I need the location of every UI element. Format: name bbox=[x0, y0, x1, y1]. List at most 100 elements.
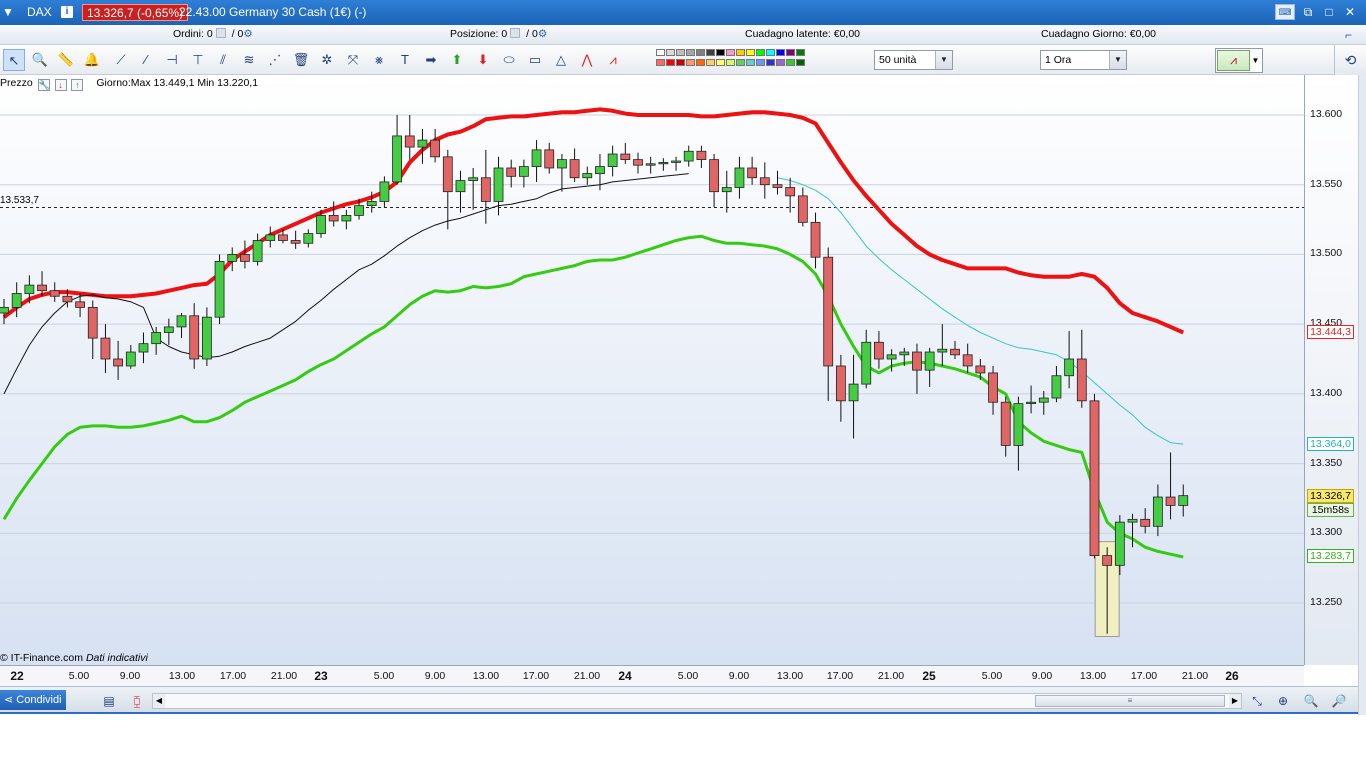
orders-close-icon[interactable] bbox=[215, 28, 226, 38]
color-swatch[interactable] bbox=[676, 59, 685, 66]
chevron-down-icon[interactable]: ▼ bbox=[1249, 49, 1262, 72]
color-swatch[interactable] bbox=[766, 49, 775, 56]
scroll-right-icon[interactable]: ▶ bbox=[1229, 694, 1241, 708]
fibonacci-icon[interactable]: ⋰ bbox=[264, 49, 286, 71]
menu-arrow-icon[interactable]: ▼ bbox=[2, 5, 14, 19]
arrows-icon[interactable]: ⤧ bbox=[342, 49, 364, 71]
keyboard-icon[interactable]: ⌨ bbox=[1275, 4, 1295, 20]
chart-type-button[interactable]: ⩘ ▼ bbox=[1215, 48, 1263, 73]
price-axis[interactable] bbox=[1304, 75, 1358, 665]
candle-body bbox=[75, 301, 85, 308]
maximize-icon[interactable]: □ bbox=[1321, 4, 1337, 20]
color-swatch[interactable] bbox=[706, 59, 715, 66]
vertical-scrollbar[interactable] bbox=[1358, 75, 1366, 715]
color-swatch[interactable] bbox=[776, 59, 785, 66]
chevron-down-icon[interactable]: ▼ bbox=[935, 51, 952, 69]
units-select[interactable]: 50 unità ▼ bbox=[874, 50, 953, 70]
color-swatch[interactable] bbox=[656, 59, 665, 66]
color-swatch[interactable] bbox=[696, 49, 705, 56]
candle-body bbox=[607, 153, 618, 167]
color-swatch[interactable] bbox=[736, 49, 745, 56]
positions-close-icon[interactable] bbox=[510, 28, 521, 38]
color-swatch[interactable] bbox=[676, 49, 685, 56]
orders-link-icon[interactable]: ⚙ bbox=[243, 28, 252, 40]
channel-icon[interactable]: ⫽ bbox=[212, 49, 234, 71]
pointer-icon[interactable]: ↖ bbox=[3, 49, 25, 71]
settings-icon[interactable]: ✲ bbox=[316, 49, 338, 71]
color-swatch[interactable] bbox=[746, 49, 755, 56]
zoom-out-icon[interactable]: 🔍 bbox=[1302, 692, 1320, 710]
scroll-left-icon[interactable]: ◀ bbox=[153, 694, 165, 708]
auto-scale-icon[interactable]: ⤡ bbox=[1248, 692, 1266, 710]
close-icon[interactable]: ✕ bbox=[1342, 4, 1358, 20]
color-swatch[interactable] bbox=[706, 49, 715, 56]
last-price-tag: 13.326,7 bbox=[1307, 489, 1354, 504]
color-swatch[interactable] bbox=[786, 49, 795, 56]
arrow-up-icon[interactable]: ⬆ bbox=[446, 49, 468, 71]
rectangle-icon[interactable]: ▭ bbox=[524, 49, 546, 71]
side-panel-icon[interactable]: ⟲ bbox=[1334, 45, 1366, 75]
positions-link-icon[interactable]: ⚙ bbox=[538, 28, 547, 40]
candle-body bbox=[772, 184, 783, 188]
price-chart[interactable] bbox=[0, 75, 1304, 665]
color-swatch[interactable] bbox=[686, 59, 695, 66]
time-tick-label: 21.00 bbox=[270, 670, 298, 682]
date-tick-label: 25 bbox=[922, 669, 936, 683]
info-icon[interactable]: i bbox=[61, 6, 73, 18]
restore-icon[interactable]: ⧉ bbox=[1300, 4, 1316, 20]
arrow-down-icon[interactable]: ⬇ bbox=[472, 49, 494, 71]
color-swatch[interactable] bbox=[786, 59, 795, 66]
color-swatch[interactable] bbox=[686, 49, 695, 56]
time-tick-label: 5.00 bbox=[981, 670, 1003, 682]
corner-icon[interactable]: ⌐ bbox=[1345, 28, 1352, 42]
horizontal-scrollbar[interactable]: ◀ ≡ ▶ bbox=[152, 693, 1242, 709]
vertical-line-icon[interactable]: ⊤ bbox=[187, 49, 209, 71]
zigzag-icon[interactable]: ⩘ bbox=[602, 49, 624, 71]
color-swatch[interactable] bbox=[796, 49, 805, 56]
price-tick-label: 13.350 bbox=[1310, 456, 1343, 469]
color-swatch[interactable] bbox=[736, 59, 745, 66]
instrument-symbol[interactable]: DAX bbox=[27, 5, 52, 19]
text-icon[interactable]: T bbox=[394, 49, 416, 71]
ruler-icon[interactable]: 📏 bbox=[55, 49, 77, 71]
share-button[interactable]: ⋖ Condividi bbox=[0, 690, 66, 710]
alert-bell-icon[interactable]: 🔔 bbox=[81, 49, 103, 71]
remove-indicator-icon[interactable]: ↓ bbox=[54, 79, 67, 91]
trash-icon[interactable]: 🗑 bbox=[290, 49, 312, 71]
zoom-icon[interactable]: 🔍 bbox=[29, 49, 51, 71]
color-swatch[interactable] bbox=[666, 59, 675, 66]
color-swatch[interactable] bbox=[756, 59, 765, 66]
chevron-down-icon[interactable]: ▼ bbox=[1109, 51, 1126, 69]
trend-line-icon[interactable]: ⟋ bbox=[110, 49, 132, 71]
color-swatch[interactable] bbox=[656, 49, 665, 56]
time-axis[interactable] bbox=[0, 665, 1304, 686]
list-icon[interactable]: ▤ bbox=[100, 692, 118, 710]
color-swatch[interactable] bbox=[726, 49, 735, 56]
color-swatch[interactable] bbox=[746, 59, 755, 66]
zoom-in-icon[interactable]: 🔎 bbox=[1330, 692, 1348, 710]
orders-label: Ordini: bbox=[173, 28, 204, 40]
arrow-right-icon[interactable]: ➡ bbox=[420, 49, 442, 71]
regression-icon[interactable]: ≋ bbox=[238, 49, 260, 71]
color-swatch[interactable] bbox=[726, 59, 735, 66]
pattern-icon[interactable]: ⋀ bbox=[576, 49, 598, 71]
triangle-icon[interactable]: △ bbox=[550, 49, 572, 71]
color-swatch[interactable] bbox=[666, 49, 675, 56]
candles-icon[interactable]: ⧮ bbox=[128, 692, 146, 710]
ellipse-icon[interactable]: ⬭ bbox=[498, 49, 520, 71]
color-swatch[interactable] bbox=[796, 59, 805, 66]
wrench-icon[interactable]: 🔧 bbox=[37, 79, 50, 91]
line-icon[interactable]: ⁄ bbox=[135, 49, 157, 71]
color-swatch[interactable] bbox=[716, 49, 725, 56]
cross-lines-icon[interactable]: ⨳ bbox=[368, 49, 390, 71]
timeframe-select[interactable]: 1 Ora ▼ bbox=[1040, 50, 1127, 70]
horizontal-line-icon[interactable]: ⊣ bbox=[161, 49, 183, 71]
fit-zoom-icon[interactable]: ⊕ bbox=[1274, 692, 1292, 710]
add-indicator-icon[interactable]: ↑ bbox=[71, 79, 84, 91]
scroll-thumb[interactable]: ≡ bbox=[1035, 695, 1225, 707]
color-swatch[interactable] bbox=[776, 49, 785, 56]
color-swatch[interactable] bbox=[756, 49, 765, 56]
color-swatch[interactable] bbox=[696, 59, 705, 66]
color-swatch[interactable] bbox=[716, 59, 725, 66]
color-swatch[interactable] bbox=[766, 59, 775, 66]
